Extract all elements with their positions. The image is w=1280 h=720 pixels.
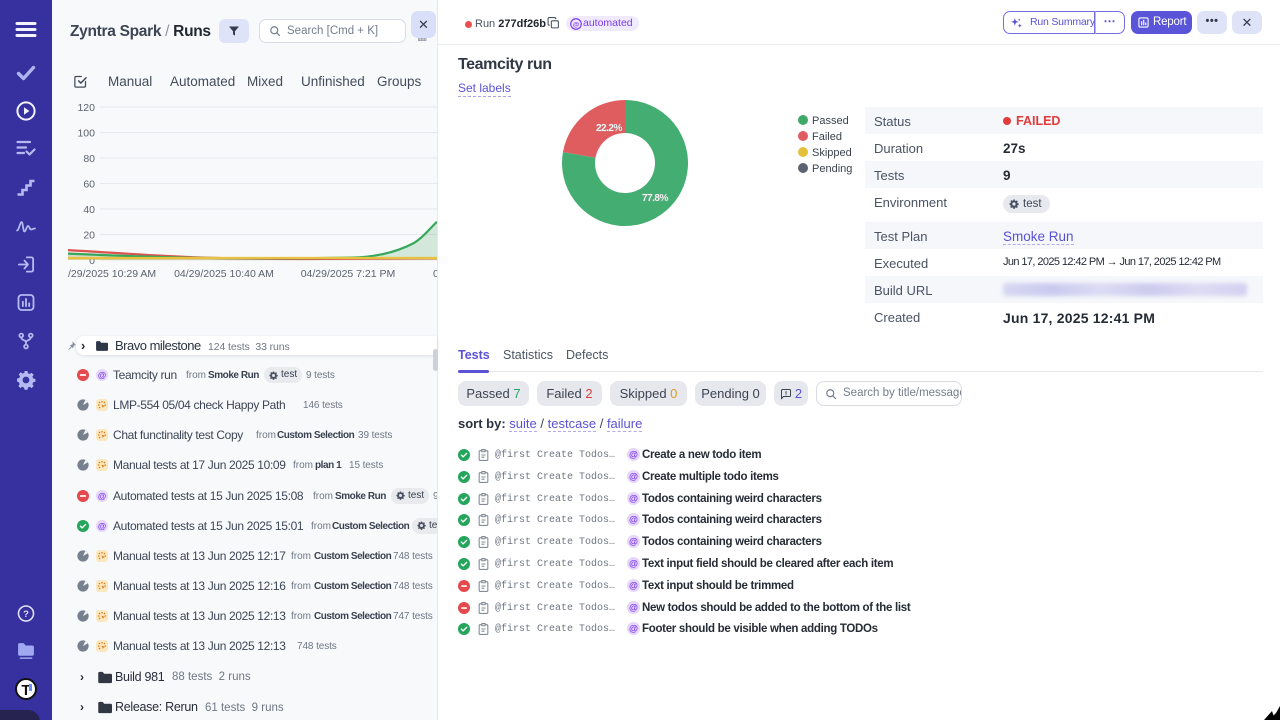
svg-text:100: 100	[77, 128, 95, 140]
svg-text:120: 120	[77, 102, 95, 114]
svg-text:@: @	[629, 515, 638, 525]
svg-text:?: ?	[23, 609, 29, 620]
svg-text:@: @	[98, 520, 106, 530]
svg-text:@: @	[573, 21, 579, 28]
svg-text:@: @	[629, 602, 638, 612]
svg-text:@: @	[629, 580, 638, 590]
svg-text:@: @	[629, 624, 638, 634]
svg-text:@: @	[629, 558, 638, 568]
svg-text:04/29/2025 7:21 PM: 04/29/2025 7:21 PM	[301, 268, 396, 280]
svg-text:@: @	[629, 449, 638, 459]
svg-text:@: @	[629, 471, 638, 481]
svg-text:@: @	[98, 370, 106, 380]
svg-text:20: 20	[83, 230, 95, 242]
svg-text:77.8%: 77.8%	[642, 193, 668, 204]
svg-text:22.2%: 22.2%	[596, 123, 622, 134]
svg-text:80: 80	[83, 153, 95, 165]
svg-text:04/29/2025 10:40 AM: 04/29/2025 10:40 AM	[174, 268, 274, 280]
svg-text:@: @	[629, 493, 638, 503]
svg-text:@: @	[98, 490, 106, 500]
svg-text:@: @	[629, 537, 638, 547]
svg-text:/29/2025 10:29 AM: /29/2025 10:29 AM	[68, 268, 156, 280]
svg-text:60: 60	[83, 179, 95, 191]
svg-text:40: 40	[83, 204, 95, 216]
